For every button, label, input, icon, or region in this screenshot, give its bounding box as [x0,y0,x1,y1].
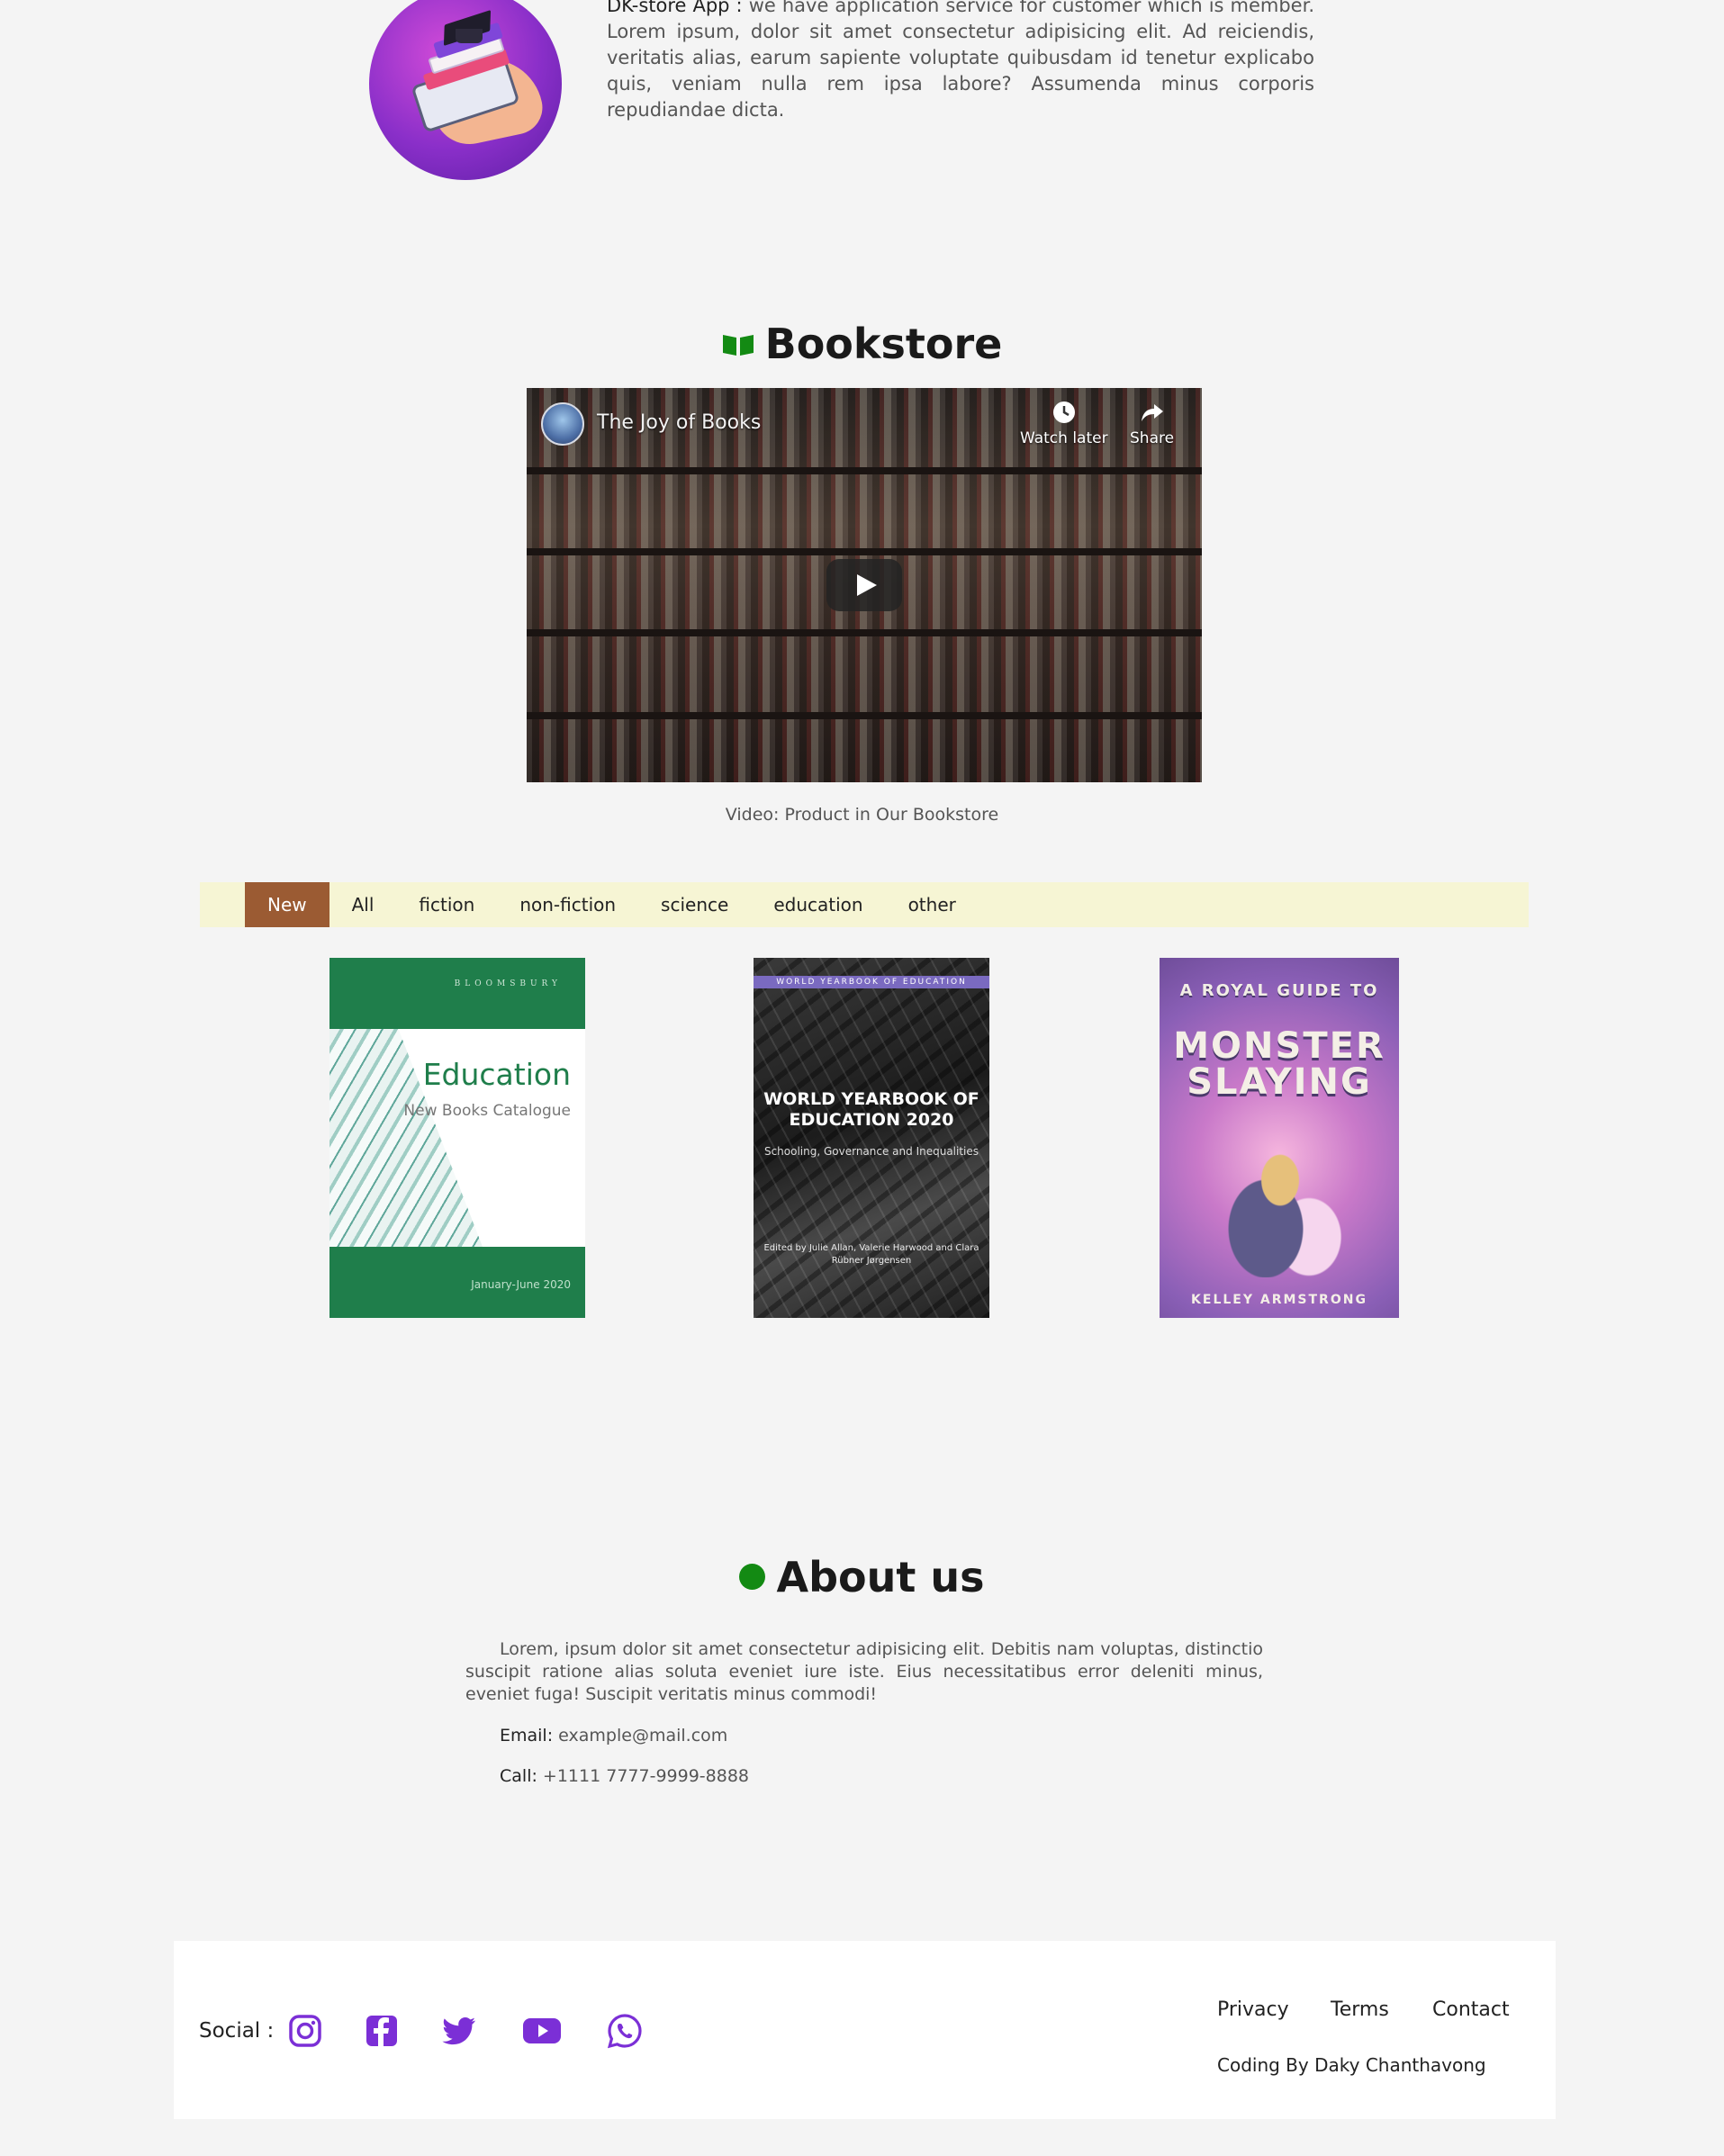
cover-illustration [1208,1115,1352,1277]
contact-link[interactable]: Contact [1432,1998,1510,2021]
video-player[interactable]: The Joy of Books Watch later Share [527,388,1202,782]
whatsapp-icon[interactable] [607,2013,643,2049]
cover-series: WORLD YEARBOOK OF EDUCATION [754,976,989,988]
cover-author: KELLEY ARMSTRONG [1191,1293,1367,1307]
site-footer: Social : Privacy Terms Contact Coding By… [174,1941,1556,2119]
email-label: Email: [500,1726,554,1746]
instagram-icon[interactable] [287,2013,323,2049]
app-description: DK-store App : we have application servi… [607,0,1314,123]
cover-title: MONSTER SLAYING [1173,1025,1386,1103]
book-cover-monster-slaying[interactable]: A ROYAL GUIDE TO MONSTER SLAYING KELLEY … [1160,958,1399,1318]
share-icon [1141,404,1163,421]
cover-title: Education [422,1057,571,1092]
about-heading: About us [0,1548,1724,1604]
open-book-icon [722,335,754,356]
cover-date: January-June 2020 [471,1278,571,1291]
about-description: Lorem, ipsum dolor sit amet consectetur … [465,1639,1263,1704]
privacy-link[interactable]: Privacy [1217,1998,1289,2021]
social-label: Social : [199,2019,275,2043]
cover-subtitle: New Books Catalogue [403,1102,571,1120]
play-button[interactable] [826,559,902,611]
app-name: DK-store App : [607,0,743,16]
youtube-icon[interactable] [522,2013,562,2049]
share-label: Share [1130,429,1175,447]
terms-link[interactable]: Terms [1331,1998,1389,2021]
video-caption: Video: Product in Our Bookstore [725,805,999,825]
bookstore-title: Bookstore [764,320,1003,368]
about-title: About us [776,1552,985,1601]
filter-new[interactable]: New [245,882,329,927]
filter-other[interactable]: other [886,882,979,927]
channel-avatar[interactable] [541,402,584,446]
watch-later-button[interactable]: Watch later [1020,401,1108,447]
book-cover-world-yearbook[interactable]: WORLD YEARBOOK OF EDUCATION WORLD YEARBO… [754,958,989,1318]
cover-publisher: BLOOMSBURY [454,979,562,988]
twitter-icon[interactable] [441,2013,477,2049]
filter-education[interactable]: education [751,882,885,927]
app-section: DK-store App : we have application servi… [0,0,1724,198]
video-title[interactable]: The Joy of Books [597,411,761,434]
bookstore-heading: Bookstore [0,315,1724,371]
cover-title: WORLD YEARBOOK OF EDUCATION 2020 [763,1089,979,1130]
green-dot-icon [739,1564,766,1590]
filter-non-fiction[interactable]: non-fiction [497,882,638,927]
app-illustration [369,0,562,180]
footer-credit: Coding By Daky Chanthavong [1217,2054,1486,2076]
watch-later-label: Watch later [1020,429,1108,447]
email-value: example@mail.com [558,1726,728,1746]
cover-editors: Edited by Julie Allan, Valerie Harwood a… [763,1243,979,1266]
category-filter-bar: New All fiction non-fiction science educ… [200,882,1529,927]
cover-subtitle: Schooling, Governance and Inequalities [763,1145,979,1158]
facebook-icon[interactable] [364,2013,400,2049]
filter-fiction[interactable]: fiction [396,882,497,927]
call-label: Call: [500,1766,537,1786]
contact-email: Email: example@mail.com [500,1726,727,1746]
filter-all[interactable]: All [329,882,397,927]
phone-value: +1111 7777-9999-8888 [542,1766,750,1786]
cover-pretitle: A ROYAL GUIDE TO [1179,981,1379,1000]
app-text: we have application service for customer… [607,0,1314,121]
book-cover-education[interactable]: BLOOMSBURY Education New Books Catalogue… [329,958,585,1318]
share-button[interactable]: Share [1130,401,1174,447]
contact-phone: Call: +1111 7777-9999-8888 [500,1766,749,1786]
clock-icon [1052,401,1075,423]
filter-science[interactable]: science [638,882,751,927]
